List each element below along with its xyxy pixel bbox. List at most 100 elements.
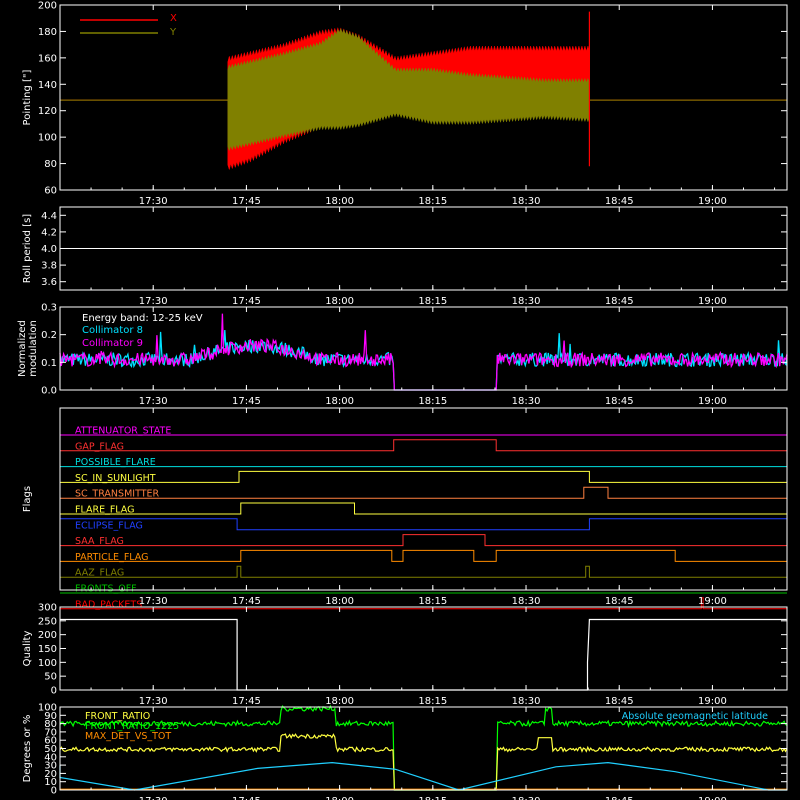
x-tick-label: 17:45 xyxy=(232,796,261,800)
y-tick-label: 0.0 xyxy=(41,386,57,397)
x-tick-label: 18:45 xyxy=(605,696,634,707)
x-tick-label: 18:45 xyxy=(605,396,634,407)
x-tick-label: 19:00 xyxy=(698,796,727,800)
x-tick-label: 18:00 xyxy=(325,796,354,800)
x-tick-label: 18:00 xyxy=(325,596,354,607)
x-tick-label: 17:30 xyxy=(139,596,168,607)
y-tick-label: 250 xyxy=(38,616,57,627)
legend-geomagnetic-latitude: Absolute geomagnetic latitude xyxy=(622,711,768,722)
pointing-y-axis-label: Pointing ["] xyxy=(22,69,33,125)
flag-line xyxy=(60,486,787,499)
y-tick-label: 4.2 xyxy=(41,227,57,238)
legend-y-label: Y xyxy=(169,27,177,38)
x-tick-label: 18:30 xyxy=(512,596,541,607)
x-tick-label: 18:15 xyxy=(418,696,447,707)
x-tick-label: 18:00 xyxy=(325,296,354,307)
x-tick-label: 18:45 xyxy=(605,296,634,307)
x-tick-label: 17:45 xyxy=(232,596,261,607)
flag-line xyxy=(59,518,788,531)
x-tick-label: 18:30 xyxy=(512,196,541,207)
flag-line xyxy=(60,502,787,515)
y-tick-label: 50 xyxy=(44,672,57,683)
latitude-line xyxy=(59,761,787,791)
y-tick-label: 3.6 xyxy=(41,277,57,288)
x-tick-label: 18:30 xyxy=(512,396,541,407)
x-tick-label: 18:30 xyxy=(512,296,541,307)
legend-collimator-8: Collimator 8 xyxy=(82,325,143,336)
pointing-legend: X Y xyxy=(80,13,177,38)
pointing-series-y xyxy=(227,27,590,152)
front-ratio-panel: 17:3017:4518:0018:1518:3018:4519:0001020… xyxy=(22,703,788,800)
x-tick-label: 19:00 xyxy=(698,596,727,607)
quality-line xyxy=(60,618,787,691)
y-tick-label: 0.1 xyxy=(41,358,57,369)
flag-line xyxy=(60,565,787,578)
y-tick-label: 100 xyxy=(38,658,57,669)
x-tick-label: 18:30 xyxy=(512,796,541,800)
flag-line xyxy=(60,470,787,483)
y-tick-label: 140 xyxy=(38,80,57,91)
x-tick-label: 18:45 xyxy=(605,796,634,800)
y-tick-label: 4.0 xyxy=(41,244,57,255)
flags-marks: ATTENUATOR_STATEGAP_FLAGPOSSIBLE_FLARESC… xyxy=(59,426,788,610)
x-tick-label: 18:15 xyxy=(418,196,447,207)
x-tick-label: 19:00 xyxy=(698,396,727,407)
flag-label: ECLIPSE_FLAG xyxy=(75,520,143,531)
x-tick-label: 17:45 xyxy=(232,696,261,707)
y-tick-label: 100 xyxy=(38,133,57,144)
y-tick-label: 0.3 xyxy=(41,303,57,314)
x-tick-label: 18:45 xyxy=(605,196,634,207)
x-tick-label: 18:15 xyxy=(418,796,447,800)
y-tick-label: 120 xyxy=(38,106,57,117)
x-tick-label: 17:45 xyxy=(232,396,261,407)
x-tick-label: 18:00 xyxy=(325,396,354,407)
x-tick-label: 18:45 xyxy=(605,596,634,607)
energy-band-annotation: Energy band: 12-25 keV xyxy=(82,313,203,324)
legend-x-label: X xyxy=(170,13,177,24)
x-tick-label: 19:00 xyxy=(698,296,727,307)
y-tick-label: 60 xyxy=(44,186,57,197)
x-tick-label: 17:30 xyxy=(139,396,168,407)
y-tick-label: 80 xyxy=(44,159,57,170)
y-tick-label: 0 xyxy=(51,686,57,697)
y-tick-label: 150 xyxy=(38,644,57,655)
quality-axes: 17:30 17:45 18:00 18:15 18:30 18:45 19:00 0 50 10… xyxy=(38,603,787,707)
front-ratio-y-axis-label: Degrees or % xyxy=(22,715,33,783)
x-tick-label: 18:15 xyxy=(418,296,447,307)
roll-y-axis-label: Roll period [s] xyxy=(22,214,33,283)
y-tick-label: 3.8 xyxy=(41,261,57,272)
x-tick-label: 17:45 xyxy=(232,296,261,307)
y-tick-label: 200 xyxy=(38,1,57,12)
flag-line xyxy=(60,549,787,562)
x-tick-label: 18:00 xyxy=(325,696,354,707)
modulation-marks xyxy=(59,313,788,391)
legend-collimator-9: Collimator 9 xyxy=(82,338,143,349)
y-tick-label: 160 xyxy=(38,53,57,64)
flag-line xyxy=(60,439,787,452)
x-tick-label: 17:30 xyxy=(139,196,168,207)
y-tick-label: 100 xyxy=(38,703,57,714)
flags-y-axis-label: Flags xyxy=(22,486,33,512)
x-tick-label: 17:30 xyxy=(139,796,168,800)
x-tick-label: 19:00 xyxy=(698,696,727,707)
roll-axes: 17:30 17:45 18:00 18:15 18:30 18:45 19:00 3.6 3.… xyxy=(41,207,787,307)
y-tick-label: 300 xyxy=(38,603,57,614)
pointing-panel: 17:30 17:45 18:00 18:15 18:30 18:45 19:00 60 80 1… xyxy=(22,1,788,207)
y-tick-label: 0.2 xyxy=(41,330,57,341)
roll-period-panel: 17:30 17:45 18:00 18:15 18:30 18:45 19:00 3.6 3.… xyxy=(22,206,788,307)
x-tick-label: 17:30 xyxy=(139,296,168,307)
x-tick-label: 18:00 xyxy=(325,196,354,207)
x-tick-label: 17:45 xyxy=(232,196,261,207)
quality-panel: 17:30 17:45 18:00 18:15 18:30 18:45 19:00 0 50 10… xyxy=(22,603,788,707)
y-tick-label: 180 xyxy=(38,27,57,38)
modulation-panel: 17:30 17:45 18:00 18:15 18:30 18:45 19:00 0.0 0.… xyxy=(17,303,788,407)
quality-marks xyxy=(60,618,787,691)
x-tick-label: 18:30 xyxy=(512,696,541,707)
front-series-0 xyxy=(59,733,788,791)
legend-max-det-vs-tot: MAX_DET_VS_TOT xyxy=(85,731,171,742)
y-tick-label: 200 xyxy=(38,630,57,641)
flag-line xyxy=(60,534,787,547)
flags-panel: ATTENUATOR_STATEGAP_FLAGPOSSIBLE_FLARESC… xyxy=(22,407,788,610)
x-tick-label: 18:15 xyxy=(418,596,447,607)
modulation-y-axis-label: Normalizedmodulation xyxy=(17,320,39,377)
